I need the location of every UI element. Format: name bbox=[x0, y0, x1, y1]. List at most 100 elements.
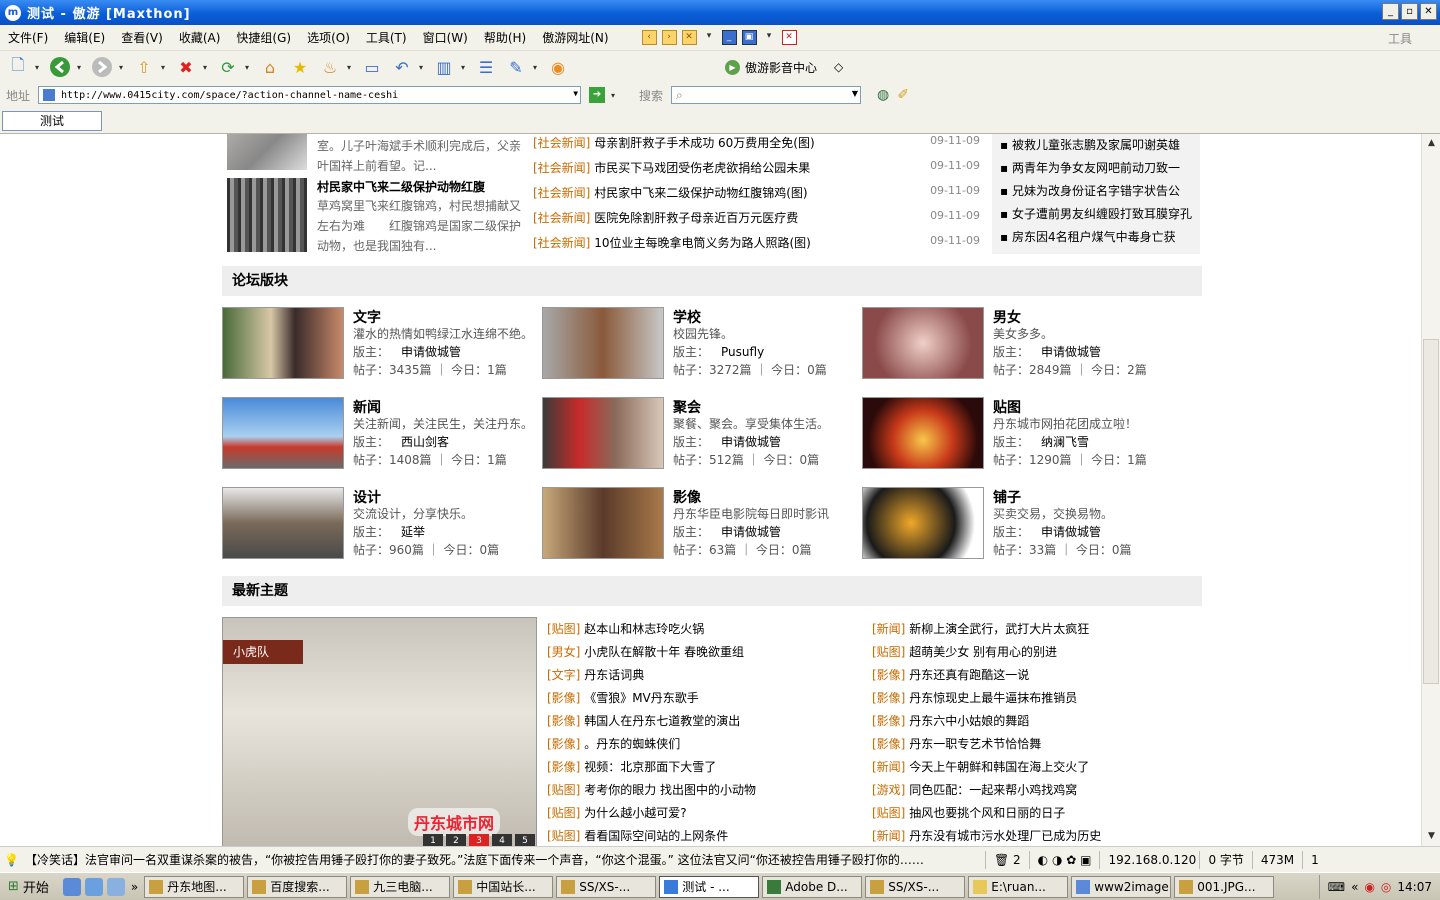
forum-name[interactable]: 新闻 bbox=[353, 397, 381, 417]
news-category[interactable]: [社会新闻] bbox=[533, 236, 590, 250]
menu-options[interactable]: 选项(O) bbox=[299, 29, 358, 46]
topic-title[interactable]: 视频：北京那面下大雪了 bbox=[584, 760, 716, 774]
hot-title[interactable]: 村民家中飞来二级保护动物红腹 bbox=[317, 178, 485, 195]
topic-category[interactable]: [影像] bbox=[872, 691, 905, 705]
close-tab-icon[interactable]: ✕ bbox=[681, 30, 697, 45]
topic-item[interactable]: [贴图] 为什么越小越可爱? bbox=[547, 804, 867, 827]
dropdown-icon[interactable]: ▾ bbox=[461, 63, 469, 72]
taskbar-item[interactable]: 九三电脑... bbox=[350, 875, 451, 898]
forum-name[interactable]: 文字 bbox=[353, 307, 381, 327]
menu-favorites[interactable]: 收藏(A) bbox=[171, 29, 229, 46]
news-row[interactable]: [社会新闻] 母亲割肝救子手术成功 60万费用全免(图) 09-11-09 bbox=[533, 134, 988, 159]
forum-card[interactable]: 影像 丹东华臣电影院每日即时影讯 版主： 申请做城管 帖子：63篇 ｜ 今日：0篇 bbox=[542, 487, 862, 559]
dropdown-icon[interactable]: ▾ bbox=[611, 91, 619, 100]
menu-help[interactable]: 帮助(H) bbox=[476, 29, 534, 46]
start-button[interactable]: ⊞ 开始 bbox=[0, 875, 57, 899]
topic-item[interactable]: [影像] 丹东惊现史上最牛逼抹布推销员 bbox=[872, 689, 1192, 712]
ie-icon[interactable] bbox=[62, 877, 81, 896]
topic-title[interactable]: 为什么越小越可爱? bbox=[584, 806, 686, 820]
side-news-title[interactable]: 女子遭前男友纠缠殴打致耳膜穿孔 bbox=[1012, 207, 1192, 221]
forward-icon[interactable] bbox=[89, 54, 115, 80]
forum-name[interactable]: 设计 bbox=[353, 487, 381, 507]
tools-label[interactable]: 工具 bbox=[1388, 30, 1412, 47]
side-news-item[interactable]: ▪ 兄妹为改身份证名字错字状告公 bbox=[1000, 182, 1180, 199]
topic-item[interactable]: [影像] 视频：北京那面下大雪了 bbox=[547, 758, 867, 781]
news-row[interactable]: [社会新闻] 村民家中飞来二级保护动物红腹锦鸡(图) 09-11-09 bbox=[533, 184, 988, 209]
window-icon[interactable]: ▭ bbox=[359, 54, 385, 80]
topic-title[interactable]: 考考你的眼力 找出图中的小动物 bbox=[584, 783, 756, 797]
side-news-title[interactable]: 兄妹为改身份证名字错字状告公 bbox=[1012, 184, 1180, 198]
moderator-name[interactable]: 申请做城管 bbox=[1041, 345, 1101, 359]
topic-title[interactable]: 丹东惊现史上最牛逼抹布推销员 bbox=[909, 691, 1077, 705]
highlight-icon[interactable]: ✐ bbox=[897, 87, 909, 103]
moderator-name[interactable]: 申请做城管 bbox=[1041, 525, 1101, 539]
taskbar-item[interactable]: www2image bbox=[1071, 875, 1172, 898]
topic-title[interactable]: 赵本山和林志玲吃火锅 bbox=[584, 622, 704, 636]
topic-item[interactable]: [贴图] 考考你的眼力 找出图中的小动物 bbox=[547, 781, 867, 804]
menu-maxthon-sites[interactable]: 傲游网址(N) bbox=[534, 29, 616, 46]
scroll-down-icon[interactable]: ▼ bbox=[1424, 829, 1439, 844]
topic-title[interactable]: 丹东还真有跑酷这一说 bbox=[909, 668, 1029, 682]
forum-card[interactable]: 设计 交流设计，分享快乐。 版主： 延举 帖子：960篇 ｜ 今日：0篇 bbox=[222, 487, 542, 559]
menu-window[interactable]: 窗口(W) bbox=[415, 29, 476, 46]
forum-name[interactable]: 铺子 bbox=[993, 487, 1021, 507]
forum-card[interactable]: 聚会 聚餐、聚会。享受集体生活。 版主： 申请做城管 帖子：512篇 ｜ 今日：0… bbox=[542, 397, 862, 469]
diamond-icon[interactable]: ◇ bbox=[834, 60, 843, 74]
pager-2[interactable]: 2 bbox=[446, 834, 466, 846]
news-row[interactable]: [社会新闻] 10位业主每晚拿电筒义务为路人照路(图) 09-11-09 bbox=[533, 234, 988, 259]
topic-title[interactable]: 《雪狼》MV丹东歌手 bbox=[584, 691, 699, 705]
menu-edit[interactable]: 编辑(E) bbox=[56, 29, 113, 46]
dropdown-icon[interactable]: ▾ bbox=[533, 63, 541, 72]
forum-image[interactable] bbox=[542, 397, 664, 469]
news-title[interactable]: 村民家中飞来二级保护动物红腹锦鸡(图) bbox=[594, 186, 807, 200]
moderator-name[interactable]: Pusufly bbox=[721, 345, 764, 359]
topic-item[interactable]: [影像] 。丹东的蜘蛛侠们 bbox=[547, 735, 867, 758]
dropdown-icon[interactable]: ▾ bbox=[35, 63, 43, 72]
taskbar-item[interactable]: 001.JPG... bbox=[1174, 875, 1275, 898]
menu-view[interactable]: 查看(V) bbox=[113, 29, 171, 46]
go-button[interactable]: ➔ bbox=[589, 87, 606, 103]
topic-title[interactable]: 丹东话词典 bbox=[584, 668, 644, 682]
moderator-name[interactable]: 申请做城管 bbox=[401, 345, 461, 359]
topic-item[interactable]: [新闻] 新柳上演全武行，武打大片太疯狂 bbox=[872, 620, 1192, 643]
menu-file[interactable]: 文件(F) bbox=[0, 29, 56, 46]
dropdown-icon[interactable]: ▾ bbox=[702, 30, 717, 45]
side-news-title[interactable]: 被救儿童张志鹏及家属叩谢英雄 bbox=[1012, 138, 1180, 152]
scroll-up-icon[interactable]: ▲ bbox=[1424, 136, 1439, 151]
forum-name[interactable]: 聚会 bbox=[673, 397, 701, 417]
forum-image[interactable] bbox=[542, 487, 664, 559]
topic-item[interactable]: [影像] 丹东还真有跑酷这一说 bbox=[872, 666, 1192, 689]
scroll-thumb[interactable] bbox=[1423, 339, 1439, 684]
topic-item[interactable]: [游戏] 同色匹配：一起来帮小鸡找鸡窝 bbox=[872, 781, 1192, 804]
topic-category[interactable]: [新闻] bbox=[872, 622, 905, 636]
tray-icon[interactable]: ◉ bbox=[1364, 880, 1374, 894]
maximize-button[interactable]: ▫ bbox=[1401, 3, 1418, 20]
forum-card[interactable]: 新闻 关注新闻，关注民生，关注丹东。 版主： 西山剑客 帖子：1408篇 ｜ 今日… bbox=[222, 397, 542, 469]
topic-item[interactable]: [贴图] 赵本山和林志玲吃火锅 bbox=[547, 620, 867, 643]
list-icon[interactable]: ☰ bbox=[473, 54, 499, 80]
forum-image[interactable] bbox=[222, 307, 344, 379]
topic-item[interactable]: [贴图] 超萌美少女 别有用心的别进 bbox=[872, 643, 1192, 666]
topic-category[interactable]: [影像] bbox=[547, 714, 580, 728]
side-news-title[interactable]: 房东因4名租户煤气中毒身亡获 bbox=[1012, 230, 1176, 244]
forum-card[interactable]: 男女 美女多多。 版主： 申请做城管 帖子：2849篇 ｜ 今日：2篇 bbox=[862, 307, 1182, 379]
ql-icon[interactable] bbox=[84, 877, 103, 896]
side-news-item[interactable]: ▪ 两青年为争女友网吧前动刀致一 bbox=[1000, 159, 1180, 176]
forum-name[interactable]: 男女 bbox=[993, 307, 1021, 327]
topic-title[interactable]: 抽风也要挑个风和日丽的日子 bbox=[909, 806, 1065, 820]
keyboard-icon[interactable]: ⌨ bbox=[1328, 880, 1345, 894]
dropdown-icon[interactable]: ▾ bbox=[762, 30, 777, 45]
forum-card[interactable]: 贴图 丹东城市网拍花团成立啦！ 版主： 纳澜飞雪 帖子：1290篇 ｜ 今日：1篇 bbox=[862, 397, 1182, 469]
news-category[interactable]: [社会新闻] bbox=[533, 211, 590, 225]
tools-icon[interactable]: ▥ bbox=[431, 54, 457, 80]
ql-icon[interactable] bbox=[106, 877, 125, 896]
topic-category[interactable]: [贴图] bbox=[872, 645, 905, 659]
moderator-name[interactable]: 西山剑客 bbox=[401, 435, 449, 449]
dropdown-icon[interactable]: ▾ bbox=[203, 63, 211, 72]
chevron-down-icon[interactable]: ▼ bbox=[573, 89, 578, 98]
side-news-title[interactable]: 两青年为争女友网吧前动刀致一 bbox=[1012, 161, 1180, 175]
taskbar-item[interactable]: SS/XS-... bbox=[556, 875, 657, 898]
news-category[interactable]: [社会新闻] bbox=[533, 186, 590, 200]
new-page-icon[interactable]: 🗋 bbox=[5, 54, 31, 80]
forum-image[interactable] bbox=[862, 487, 984, 559]
